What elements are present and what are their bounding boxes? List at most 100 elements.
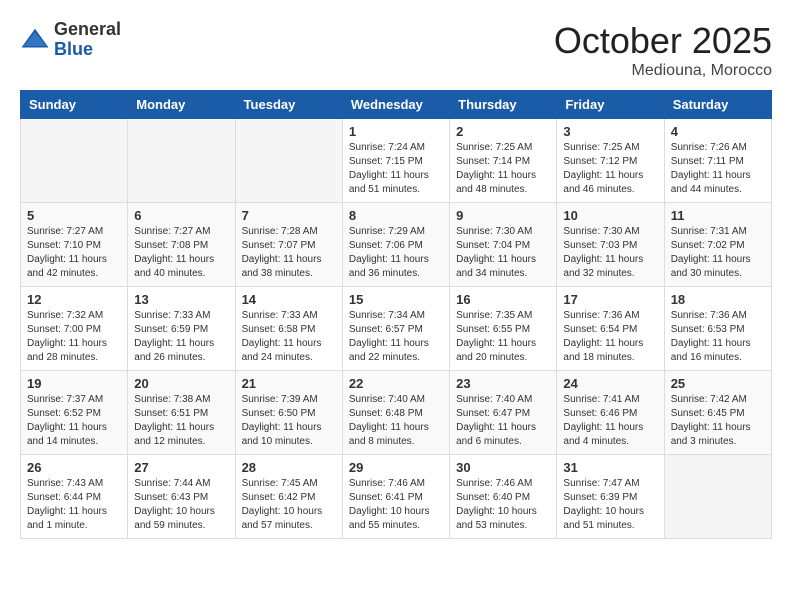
day-number: 1 — [349, 124, 443, 139]
day-number: 15 — [349, 292, 443, 307]
day-number: 18 — [671, 292, 765, 307]
calendar-cell: 16 Sunrise: 7:35 AM Sunset: 6:55 PM Dayli… — [450, 287, 557, 371]
day-info: Sunrise: 7:33 AM Sunset: 6:58 PM Dayligh… — [242, 309, 336, 365]
logo-icon — [20, 25, 50, 55]
calendar-cell — [235, 119, 342, 203]
calendar-cell: 19 Sunrise: 7:37 AM Sunset: 6:52 PM Dayli… — [21, 371, 128, 455]
day-info: Sunrise: 7:46 AM Sunset: 6:41 PM Dayligh… — [349, 477, 443, 533]
day-info: Sunrise: 7:35 AM Sunset: 6:55 PM Dayligh… — [456, 309, 550, 365]
calendar-cell: 29 Sunrise: 7:46 AM Sunset: 6:41 PM Dayli… — [342, 455, 449, 539]
calendar-cell: 24 Sunrise: 7:41 AM Sunset: 6:46 PM Dayli… — [557, 371, 664, 455]
day-info: Sunrise: 7:46 AM Sunset: 6:40 PM Dayligh… — [456, 477, 550, 533]
day-number: 30 — [456, 460, 550, 475]
day-number: 13 — [134, 292, 228, 307]
day-info: Sunrise: 7:44 AM Sunset: 6:43 PM Dayligh… — [134, 477, 228, 533]
day-number: 7 — [242, 208, 336, 223]
calendar-cell: 22 Sunrise: 7:40 AM Sunset: 6:48 PM Dayli… — [342, 371, 449, 455]
day-number: 21 — [242, 376, 336, 391]
day-info: Sunrise: 7:37 AM Sunset: 6:52 PM Dayligh… — [27, 393, 121, 449]
weekday-header-row: SundayMondayTuesdayWednesdayThursdayFrid… — [21, 91, 772, 119]
day-number: 17 — [563, 292, 657, 307]
day-number: 22 — [349, 376, 443, 391]
day-info: Sunrise: 7:36 AM Sunset: 6:53 PM Dayligh… — [671, 309, 765, 365]
day-info: Sunrise: 7:28 AM Sunset: 7:07 PM Dayligh… — [242, 225, 336, 281]
day-info: Sunrise: 7:25 AM Sunset: 7:12 PM Dayligh… — [563, 141, 657, 197]
calendar-week-row: 19 Sunrise: 7:37 AM Sunset: 6:52 PM Dayli… — [21, 371, 772, 455]
calendar-cell: 27 Sunrise: 7:44 AM Sunset: 6:43 PM Dayli… — [128, 455, 235, 539]
day-info: Sunrise: 7:33 AM Sunset: 6:59 PM Dayligh… — [134, 309, 228, 365]
day-number: 8 — [349, 208, 443, 223]
calendar-cell: 26Sunrise: 7:43 AM Sunset: 6:44 PM Dayli… — [21, 455, 128, 539]
day-number: 2 — [456, 124, 550, 139]
day-number: 23 — [456, 376, 550, 391]
day-info: Sunrise: 7:26 AM Sunset: 7:11 PM Dayligh… — [671, 141, 765, 197]
day-info: Sunrise: 7:47 AM Sunset: 6:39 PM Dayligh… — [563, 477, 657, 533]
calendar-cell: 31Sunrise: 7:47 AM Sunset: 6:39 PM Dayli… — [557, 455, 664, 539]
calendar-cell: 23 Sunrise: 7:40 AM Sunset: 6:47 PM Dayli… — [450, 371, 557, 455]
day-number: 25 — [671, 376, 765, 391]
day-info: Sunrise: 7:30 AM Sunset: 7:03 PM Dayligh… — [563, 225, 657, 281]
day-info: Sunrise: 7:40 AM Sunset: 6:47 PM Dayligh… — [456, 393, 550, 449]
day-info: Sunrise: 7:45 AM Sunset: 6:42 PM Dayligh… — [242, 477, 336, 533]
calendar-week-row: 26Sunrise: 7:43 AM Sunset: 6:44 PM Dayli… — [21, 455, 772, 539]
logo-blue: Blue — [54, 40, 121, 60]
calendar-cell: 25 Sunrise: 7:42 AM Sunset: 6:45 PM Dayli… — [664, 371, 771, 455]
calendar-cell: 5Sunrise: 7:27 AM Sunset: 7:10 PM Daylig… — [21, 203, 128, 287]
day-info: Sunrise: 7:24 AM Sunset: 7:15 PM Dayligh… — [349, 141, 443, 197]
weekday-header: Thursday — [450, 91, 557, 119]
day-number: 16 — [456, 292, 550, 307]
day-info: Sunrise: 7:40 AM Sunset: 6:48 PM Dayligh… — [349, 393, 443, 449]
logo: General Blue — [20, 20, 121, 60]
title-block: October 2025 Mediouna, Morocco — [554, 20, 772, 80]
calendar-cell: 28 Sunrise: 7:45 AM Sunset: 6:42 PM Dayli… — [235, 455, 342, 539]
day-number: 28 — [242, 460, 336, 475]
calendar-cell: 10 Sunrise: 7:30 AM Sunset: 7:03 PM Dayli… — [557, 203, 664, 287]
day-info: Sunrise: 7:36 AM Sunset: 6:54 PM Dayligh… — [563, 309, 657, 365]
calendar-table: SundayMondayTuesdayWednesdayThursdayFrid… — [20, 90, 772, 539]
day-number: 20 — [134, 376, 228, 391]
calendar-cell: 12 Sunrise: 7:32 AM Sunset: 7:00 PM Dayli… — [21, 287, 128, 371]
day-info: Sunrise: 7:41 AM Sunset: 6:46 PM Dayligh… — [563, 393, 657, 449]
day-info: Sunrise: 7:25 AM Sunset: 7:14 PM Dayligh… — [456, 141, 550, 197]
calendar-cell: 15Sunrise: 7:34 AM Sunset: 6:57 PM Dayli… — [342, 287, 449, 371]
day-number: 29 — [349, 460, 443, 475]
day-number: 3 — [563, 124, 657, 139]
day-number: 14 — [242, 292, 336, 307]
day-number: 9 — [456, 208, 550, 223]
calendar-cell: 14 Sunrise: 7:33 AM Sunset: 6:58 PM Dayli… — [235, 287, 342, 371]
weekday-header: Sunday — [21, 91, 128, 119]
day-info: Sunrise: 7:42 AM Sunset: 6:45 PM Dayligh… — [671, 393, 765, 449]
day-number: 19 — [27, 376, 121, 391]
day-number: 5 — [27, 208, 121, 223]
day-info: Sunrise: 7:32 AM Sunset: 7:00 PM Dayligh… — [27, 309, 121, 365]
calendar-cell: 21Sunrise: 7:39 AM Sunset: 6:50 PM Dayli… — [235, 371, 342, 455]
day-number: 26 — [27, 460, 121, 475]
calendar-week-row: 5Sunrise: 7:27 AM Sunset: 7:10 PM Daylig… — [21, 203, 772, 287]
calendar-cell: 6Sunrise: 7:27 AM Sunset: 7:08 PM Daylig… — [128, 203, 235, 287]
day-number: 24 — [563, 376, 657, 391]
weekday-header: Friday — [557, 91, 664, 119]
calendar-cell: 18 Sunrise: 7:36 AM Sunset: 6:53 PM Dayli… — [664, 287, 771, 371]
day-number: 27 — [134, 460, 228, 475]
calendar-cell: 7 Sunrise: 7:28 AM Sunset: 7:07 PM Daylig… — [235, 203, 342, 287]
day-number: 12 — [27, 292, 121, 307]
weekday-header: Monday — [128, 91, 235, 119]
page-header: General Blue October 2025 Mediouna, Moro… — [20, 20, 772, 80]
calendar-cell: 3 Sunrise: 7:25 AM Sunset: 7:12 PM Daylig… — [557, 119, 664, 203]
day-number: 6 — [134, 208, 228, 223]
logo-general: General — [54, 20, 121, 40]
calendar-cell: 2 Sunrise: 7:25 AM Sunset: 7:14 PM Daylig… — [450, 119, 557, 203]
calendar-cell: 1 Sunrise: 7:24 AM Sunset: 7:15 PM Daylig… — [342, 119, 449, 203]
day-info: Sunrise: 7:29 AM Sunset: 7:06 PM Dayligh… — [349, 225, 443, 281]
logo-text: General Blue — [54, 20, 121, 60]
day-info: Sunrise: 7:30 AM Sunset: 7:04 PM Dayligh… — [456, 225, 550, 281]
day-info: Sunrise: 7:31 AM Sunset: 7:02 PM Dayligh… — [671, 225, 765, 281]
weekday-header: Tuesday — [235, 91, 342, 119]
day-number: 11 — [671, 208, 765, 223]
calendar-week-row: 12 Sunrise: 7:32 AM Sunset: 7:00 PM Dayli… — [21, 287, 772, 371]
calendar-cell: 8 Sunrise: 7:29 AM Sunset: 7:06 PM Daylig… — [342, 203, 449, 287]
day-number: 10 — [563, 208, 657, 223]
weekday-header: Wednesday — [342, 91, 449, 119]
day-info: Sunrise: 7:38 AM Sunset: 6:51 PM Dayligh… — [134, 393, 228, 449]
calendar-cell: 11 Sunrise: 7:31 AM Sunset: 7:02 PM Dayli… — [664, 203, 771, 287]
